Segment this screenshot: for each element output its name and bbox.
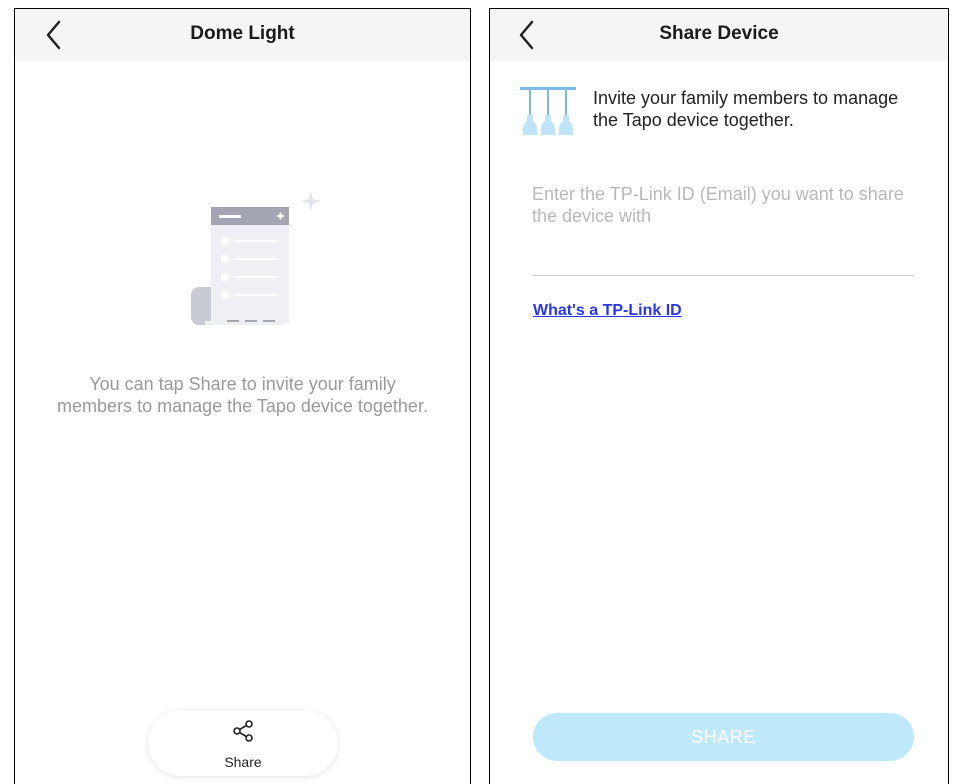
header: Share Device [490, 9, 948, 61]
page-title: Dome Light [190, 23, 295, 44]
page-title: Share Device [659, 23, 779, 44]
share-icon [233, 720, 253, 742]
share-device-screen: Share Device Invite your family members … [489, 8, 949, 784]
share-submit-button[interactable]: SHARE [533, 713, 914, 761]
whats-tp-link-id-link[interactable]: What's a TP-Link ID [533, 302, 682, 320]
dome-light-screen: Dome Light You can tap Share to invite y… [14, 8, 471, 784]
invite-description: Invite your family members to manage the… [593, 88, 899, 130]
header: Dome Light [15, 9, 470, 61]
share-button[interactable]: Share [148, 710, 338, 776]
list-document-illustration [187, 185, 327, 340]
empty-state-message: You can tap Share to invite your family … [57, 374, 428, 416]
share-label: Share [224, 754, 262, 770]
tp-link-id-input[interactable] [532, 183, 914, 276]
pendant-lights-icon [520, 85, 578, 146]
